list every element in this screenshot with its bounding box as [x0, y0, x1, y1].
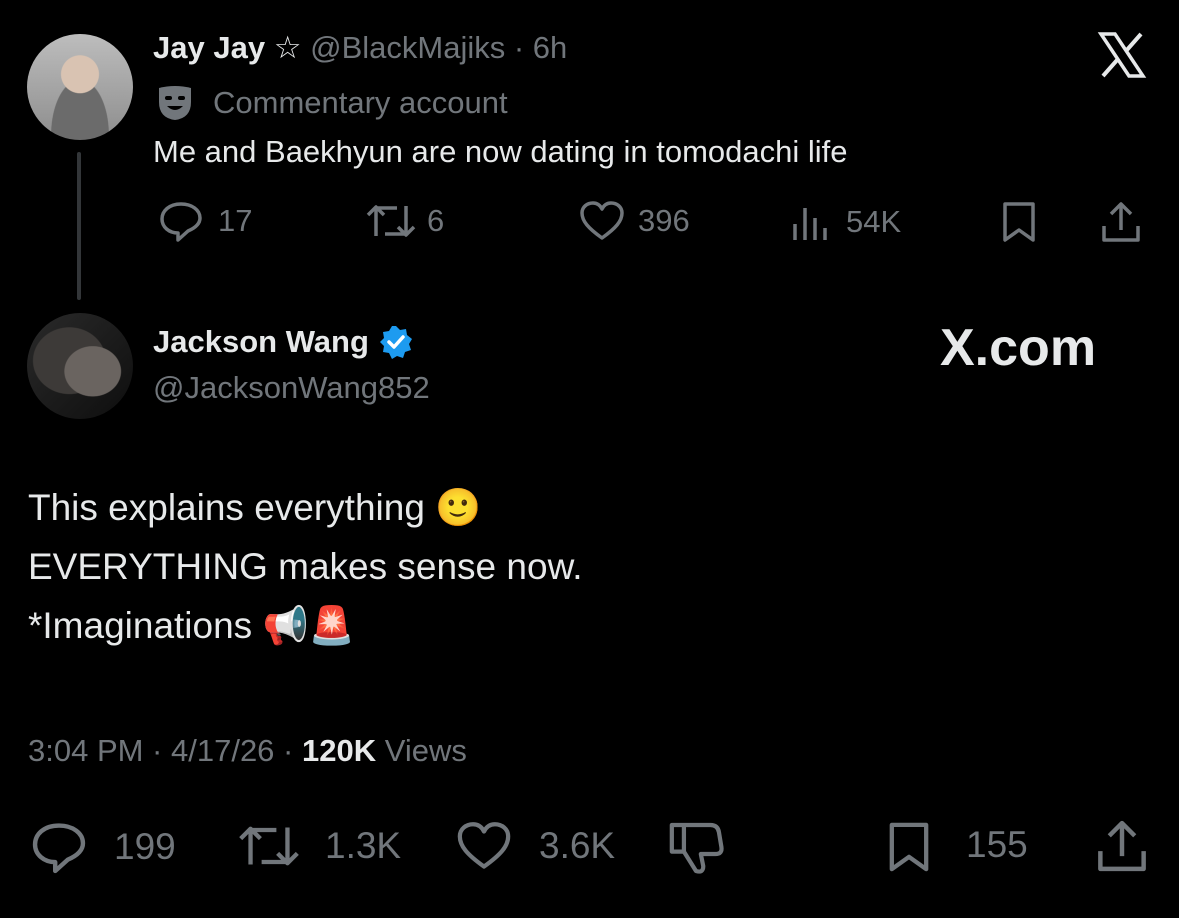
main-reply-button[interactable]: 199: [30, 820, 176, 874]
share-icon: [1102, 202, 1140, 242]
main-tweet-line1: This explains everything 🙂: [28, 487, 482, 528]
parent-bookmark-button[interactable]: [999, 200, 1039, 244]
main-timestamp[interactable]: 3:04 PM · 4/17/26 ·: [28, 733, 302, 768]
share-icon: [1098, 820, 1146, 872]
main-tweet-line3: *Imaginations 📢🚨: [28, 605, 355, 646]
parent-name-badge: ☆: [273, 30, 302, 65]
parent-views-count: 54K: [846, 204, 902, 239]
repost-icon: [365, 200, 417, 242]
avatar-jayjay[interactable]: [27, 34, 133, 140]
main-reply-count: 199: [114, 826, 176, 867]
parent-reply-button[interactable]: 17: [158, 200, 252, 242]
x-logo-icon[interactable]: [1097, 30, 1147, 80]
parent-share-button[interactable]: [1099, 200, 1143, 244]
reply-icon: [158, 200, 204, 242]
parent-header: Jay Jay ☆ @BlackMajiks · 6h: [153, 30, 567, 66]
like-icon: [455, 820, 513, 872]
main-header: Jackson Wang: [153, 324, 413, 360]
parent-repost-count: 6: [427, 203, 445, 238]
parent-display-name[interactable]: Jay Jay: [153, 30, 265, 65]
views-icon: [790, 200, 834, 244]
like-icon: [578, 200, 626, 242]
parent-handle[interactable]: @BlackMajiks: [310, 30, 505, 65]
bookmark-icon: [889, 822, 929, 872]
parent-time[interactable]: · 6h: [514, 30, 567, 65]
main-like-count: 3.6K: [539, 825, 616, 866]
main-bookmark-count: 155: [966, 824, 1028, 865]
commentary-label: Commentary account: [155, 84, 508, 122]
main-handle[interactable]: @JacksonWang852: [153, 370, 430, 406]
main-views-count: 120K: [301, 733, 377, 768]
parent-like-count: 396: [638, 203, 690, 238]
parent-tweet-text: Me and Baekhyun are now dating in tomoda…: [153, 134, 848, 169]
verified-badge-icon: [379, 325, 413, 359]
bookmark-icon: [1003, 202, 1035, 242]
main-dislike-button[interactable]: [667, 820, 725, 876]
parent-reply-count: 17: [218, 203, 253, 238]
parent-like-button[interactable]: 396: [578, 200, 690, 242]
commentary-mask-icon: [155, 84, 195, 122]
main-views-label: Views: [376, 733, 467, 768]
parent-views-button[interactable]: 54K: [790, 200, 901, 244]
main-like-button[interactable]: 3.6K: [455, 820, 615, 872]
main-bookmark-button[interactable]: [884, 820, 934, 874]
main-timestamp-row: 3:04 PM · 4/17/26 · 120K Views: [28, 733, 467, 769]
dislike-icon: [669, 822, 724, 874]
parent-repost-button[interactable]: 6: [365, 200, 444, 242]
main-share-button[interactable]: [1094, 818, 1150, 874]
main-repost-button[interactable]: 1.3K: [237, 820, 401, 872]
main-display-name[interactable]: Jackson Wang: [153, 324, 369, 360]
repost-icon: [237, 820, 301, 872]
avatar-jacksonwang[interactable]: [27, 313, 133, 419]
watermark: X.com: [940, 319, 1097, 377]
commentary-text: Commentary account: [213, 85, 508, 120]
thread-connector: [77, 152, 81, 300]
main-tweet-line2: EVERYTHING makes sense now.: [28, 546, 583, 587]
main-repost-count: 1.3K: [325, 825, 402, 866]
reply-icon: [30, 820, 88, 874]
